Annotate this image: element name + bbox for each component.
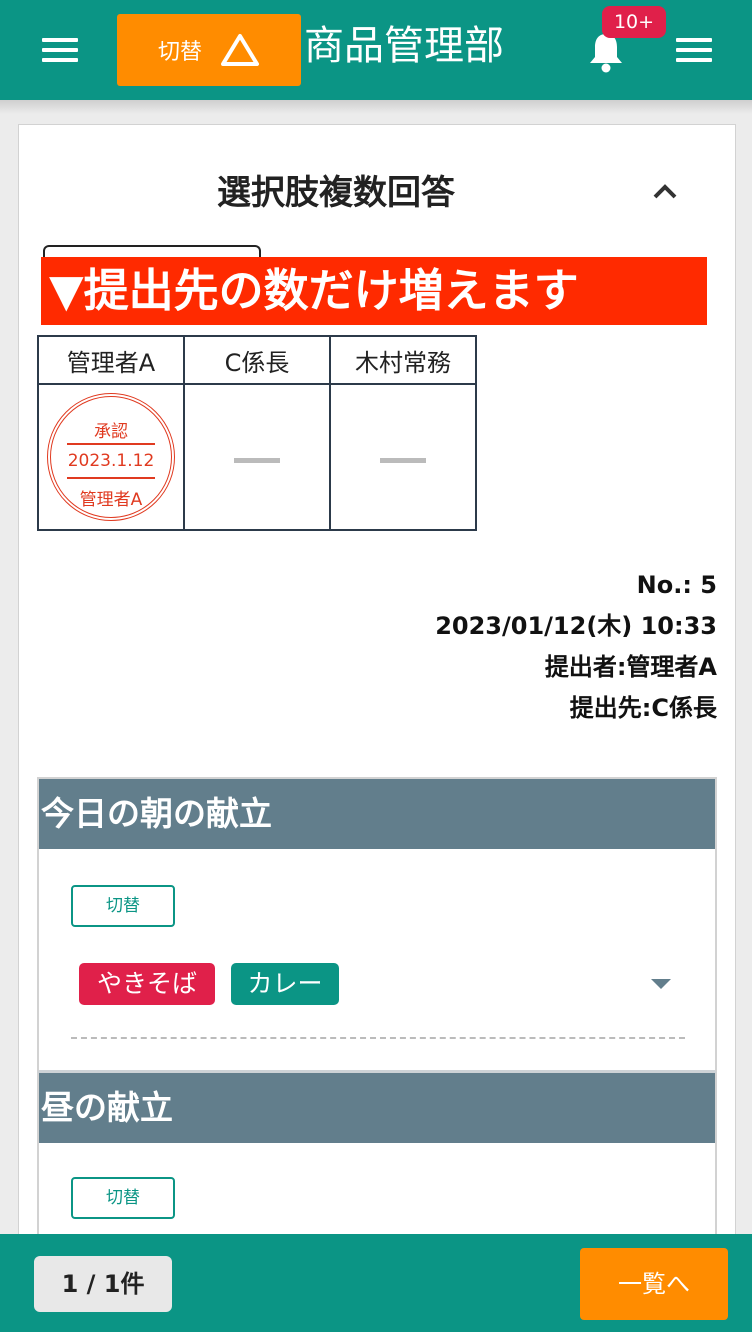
approver-header: 管理者A: [37, 335, 185, 385]
submission-meta: No.: 5 2023/01/12(木) 10:33 提出者:管理者A 提出先:…: [435, 565, 717, 729]
recipient: 提出先:C係長: [569, 694, 717, 722]
department-title: 商品管理部: [304, 23, 504, 69]
menu-icon-right[interactable]: [674, 28, 714, 68]
answer-tag[interactable]: やきそば: [79, 963, 215, 1005]
pager: 1 / 1件: [34, 1256, 172, 1312]
document-card: 選択肢複数回答 ▼提出先の数だけ増えます 管理者A C係長 木村常務 承認 20…: [18, 124, 736, 1244]
approval-cell: 承認 2023.1.12 管理者A: [37, 383, 185, 531]
chevron-up-icon[interactable]: [645, 173, 685, 207]
submission-datetime: 2023/01/12(木) 10:33: [435, 612, 717, 640]
back-to-list-button[interactable]: 一覧へ: [580, 1248, 728, 1320]
approval-cell-pending: [329, 383, 477, 531]
question-section: 昼の献立 切替: [37, 1073, 717, 1243]
approval-stamp: 承認 2023.1.12 管理者A: [47, 393, 175, 521]
document-number: No.: 5: [636, 571, 717, 599]
switch-button[interactable]: 切替: [117, 14, 301, 86]
section-title: 昼の献立: [39, 1073, 715, 1143]
submitter: 提出者:管理者A: [544, 653, 717, 681]
header-shadow: [0, 100, 752, 114]
page-title: 選択肢複数回答: [217, 173, 455, 213]
switch-button-label: 切替: [157, 40, 202, 65]
app-header: 切替 商品管理部 10+: [0, 0, 752, 100]
warning-triangle-icon: [221, 34, 259, 66]
app-footer: 1 / 1件 一覧へ: [0, 1234, 752, 1332]
approval-cell-pending: [183, 383, 331, 531]
section-switch-button[interactable]: 切替: [71, 1177, 175, 1219]
stamp-label: 承認: [94, 422, 128, 442]
approver-header: 木村常務: [329, 335, 477, 385]
caret-down-icon[interactable]: [649, 977, 673, 991]
pending-dash: [234, 457, 280, 463]
stamp-name: 管理者A: [79, 490, 143, 510]
menu-icon[interactable]: [40, 28, 80, 68]
divider: [71, 1037, 685, 1039]
annotation-banner: ▼提出先の数だけ増えます: [41, 257, 707, 325]
approver-header: C係長: [183, 335, 331, 385]
stamp-date: 2023.1.12: [67, 451, 155, 471]
question-section: 今日の朝の献立 切替 やきそば カレー: [37, 777, 717, 1073]
notification-badge: 10+: [602, 6, 666, 38]
pending-dash: [380, 457, 426, 463]
section-switch-button[interactable]: 切替: [71, 885, 175, 927]
answer-tag[interactable]: カレー: [231, 963, 339, 1005]
section-title: 今日の朝の献立: [39, 779, 715, 849]
approval-table: 管理者A C係長 木村常務 承認 2023.1.12 管理者A: [37, 335, 477, 531]
